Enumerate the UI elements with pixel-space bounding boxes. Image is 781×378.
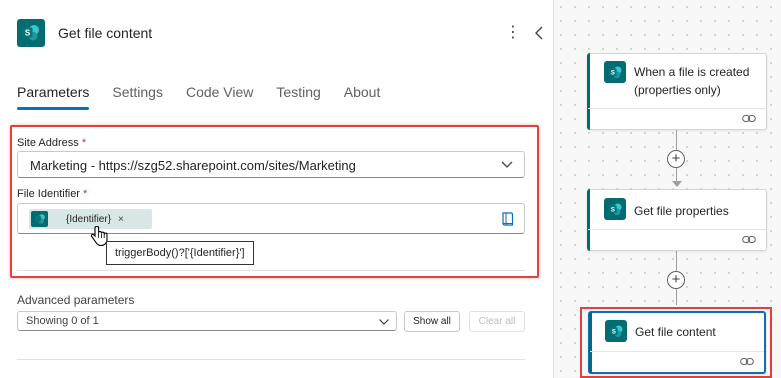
section-divider (17, 359, 525, 360)
collapse-panel-button[interactable] (532, 22, 546, 44)
flow-step-get-file-properties[interactable]: S Get file properties (587, 189, 767, 251)
tab-testing[interactable]: Testing (276, 84, 320, 110)
plus-icon: + (671, 271, 681, 288)
flow-connector (676, 168, 677, 181)
svg-text:S: S (25, 29, 31, 38)
step-title: When a file is created (properties only) (634, 65, 750, 97)
flow-connector (676, 251, 677, 271)
chevron-left-icon (535, 26, 543, 40)
annotation-highlight (580, 307, 772, 378)
sharepoint-icon: S (17, 19, 45, 47)
svg-text:S: S (610, 207, 614, 213)
step-footer (588, 229, 766, 250)
flow-step-trigger[interactable]: S When a file is created (properties onl… (587, 53, 767, 130)
advanced-select-value: Showing 0 of 1 (26, 315, 99, 327)
plus-icon: + (671, 150, 681, 167)
tab-parameters[interactable]: Parameters (17, 84, 90, 110)
add-step-button[interactable]: + (667, 150, 685, 168)
flow-connector (676, 130, 677, 150)
action-details-panel: S Get file content ⋮ Parameters Settings… (0, 0, 554, 378)
tab-settings[interactable]: Settings (112, 84, 163, 110)
tab-bar: Parameters Settings Code View Testing Ab… (17, 84, 403, 112)
chevron-down-icon (379, 319, 389, 325)
flow-connector (676, 289, 677, 305)
link-icon (742, 236, 756, 243)
add-step-button[interactable]: + (667, 271, 685, 289)
svg-text:S: S (610, 70, 614, 76)
more-options-button[interactable]: ⋮ (505, 22, 521, 44)
link-icon (742, 115, 756, 122)
sharepoint-icon: S (604, 198, 626, 220)
arrow-down-icon (672, 181, 682, 187)
more-vertical-icon: ⋮ (505, 24, 521, 41)
sharepoint-icon: S (604, 61, 626, 83)
annotation-highlight (10, 125, 539, 278)
clear-all-button[interactable]: Clear all (469, 311, 525, 332)
step-footer (588, 108, 766, 129)
tab-about[interactable]: About (344, 84, 381, 110)
advanced-parameters-label: Advanced parameters (17, 293, 135, 307)
step-title: Get file properties (634, 204, 729, 218)
advanced-parameters-select[interactable]: Showing 0 of 1 (17, 311, 397, 331)
panel-title: Get file content (58, 25, 153, 41)
tab-code-view[interactable]: Code View (186, 84, 253, 110)
show-all-button[interactable]: Show all (404, 311, 460, 332)
